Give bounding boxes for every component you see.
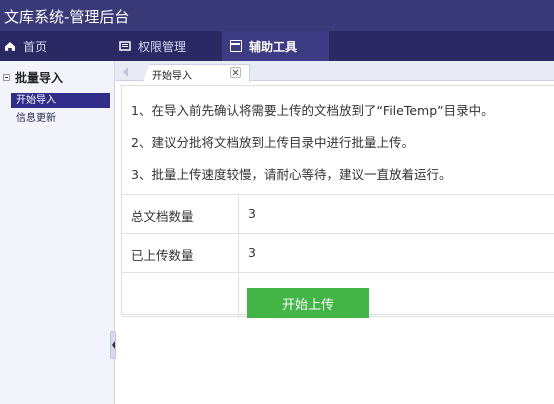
instructions: 1、在导入前先确认将需要上传的文档放到了“FileTemp”目录中。 2、建议分… [122, 86, 554, 184]
tab-strip: 开始导入 [115, 61, 554, 82]
collapse-icon [3, 73, 10, 81]
total-docs-label: 总文档数量 [131, 209, 194, 224]
uploaded-docs-label: 已上传数量 [131, 248, 194, 263]
sidebar-section-title: 批量导入 [15, 70, 64, 85]
nav-item-label: 权限管理 [138, 39, 187, 54]
stats-table: 总文档数量 3 已上传数量 3 开始上传 [122, 194, 554, 318]
nav-item-label: 辅助工具 [249, 39, 298, 54]
sidebar-section-batch-import[interactable]: 批量导入 [0, 61, 114, 93]
nav-item-permission[interactable]: 权限管理 [114, 31, 222, 61]
nav-item-home[interactable]: 首页 [0, 31, 110, 61]
table-row: 总文档数量 3 [122, 194, 554, 234]
table-row: 已上传数量 3 [122, 233, 554, 273]
import-panel: 1、在导入前先确认将需要上传的文档放到了“FileTemp”目录中。 2、建议分… [121, 85, 554, 318]
total-docs-value: 3 [248, 206, 256, 221]
column-divider [238, 273, 239, 318]
app-header: 文库系统-管理后台 [0, 0, 554, 31]
instruction-item: 1、在导入前先确认将需要上传的文档放到了“FileTemp”目录中。 [131, 103, 494, 118]
app-title: 文库系统-管理后台 [4, 8, 130, 26]
sidebar-item-start-import[interactable]: 开始导入 [11, 93, 110, 108]
main-nav: 首页 权限管理 辅助工具 [0, 31, 554, 61]
tab-label: 开始导入 [152, 71, 192, 82]
permission-icon [119, 40, 131, 52]
close-icon[interactable] [230, 67, 241, 78]
nav-item-label: 首页 [23, 39, 48, 54]
instruction-item: 2、建议分批将文档放到上传目录中进行批量上传。 [131, 135, 414, 150]
sidebar-item-info-update[interactable]: 信息更新 [11, 111, 110, 126]
nav-item-tools[interactable]: 辅助工具 [222, 31, 329, 61]
instruction-item: 3、批量上传速度较慢，请耐心等待，建议一直放着运行。 [131, 167, 452, 182]
tools-icon [230, 40, 242, 52]
table-row-actions: 开始上传 [122, 272, 554, 318]
uploaded-docs-value: 3 [248, 245, 256, 260]
scroll-left-icon[interactable] [121, 66, 131, 77]
start-upload-button[interactable]: 开始上传 [247, 288, 369, 318]
sidebar-collapse-handle[interactable] [110, 331, 116, 359]
sidebar: 批量导入 开始导入 信息更新 [0, 61, 116, 404]
home-icon [4, 40, 16, 52]
tab-start-import[interactable]: 开始导入 [143, 64, 250, 82]
admin-app: 文库系统-管理后台 首页 权限管理 辅助工具 批量导入 开始导入 信息更新 开始… [0, 0, 554, 404]
column-divider [238, 195, 239, 234]
column-divider [238, 234, 239, 273]
